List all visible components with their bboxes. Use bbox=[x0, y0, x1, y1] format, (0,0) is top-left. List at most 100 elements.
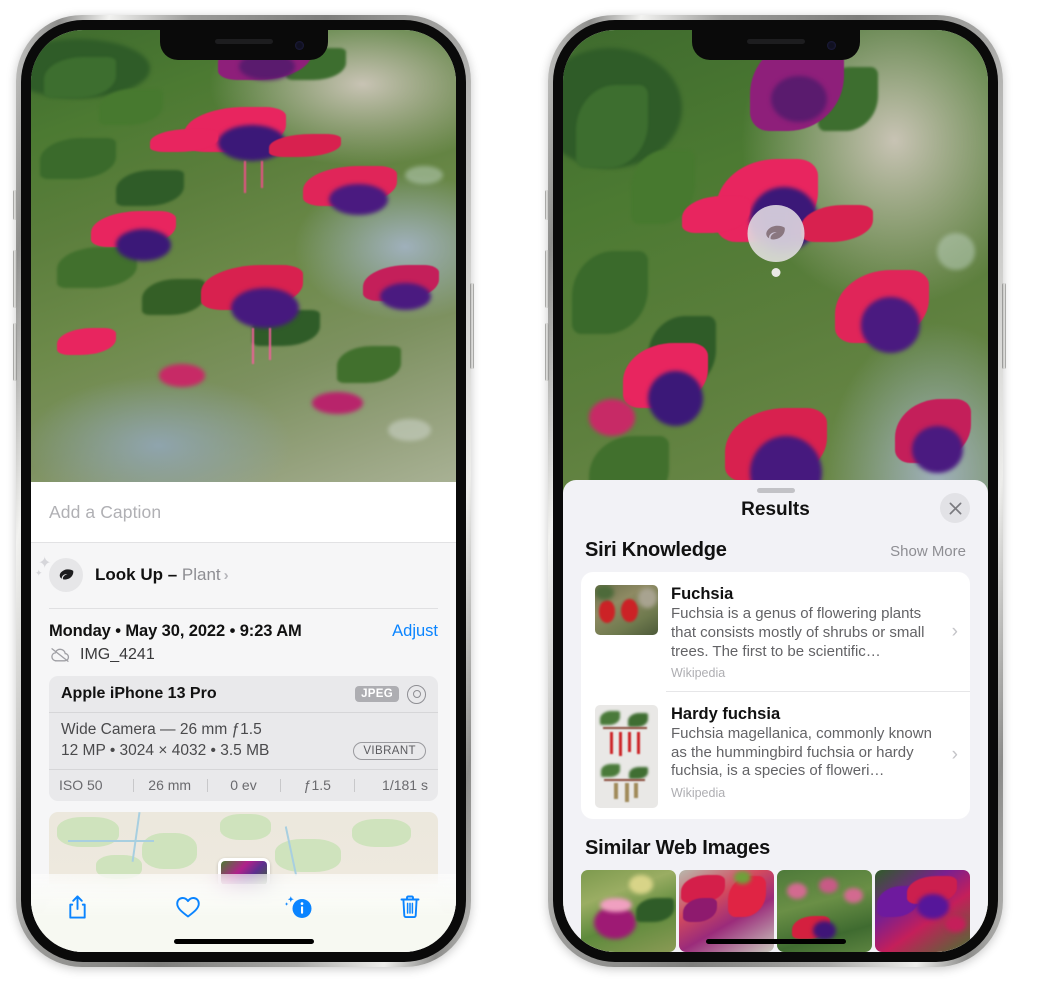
volume-up-button[interactable] bbox=[545, 250, 549, 308]
metadata-section: Monday • May 30, 2022 • 9:23 AM Adjust I… bbox=[31, 608, 456, 894]
spec-row: 12 MP • 3024 × 4032 • 3.5 MB VIBRANT bbox=[61, 741, 426, 760]
map-green-area bbox=[352, 818, 411, 848]
info-icon bbox=[284, 896, 312, 918]
notch bbox=[691, 30, 860, 60]
exif-row: ISO 50 26 mm 0 ev ƒ1.5 1/181 s bbox=[49, 768, 438, 801]
map-green-area bbox=[274, 838, 341, 872]
show-more-button[interactable]: Show More bbox=[890, 543, 966, 560]
visual-lookup-anchor-dot bbox=[771, 268, 780, 277]
photo-viewer[interactable] bbox=[31, 30, 456, 482]
sheet-title: Results bbox=[741, 499, 810, 520]
home-indicator bbox=[173, 939, 314, 944]
volume-down-button[interactable] bbox=[545, 323, 549, 381]
siri-knowledge-card: Fuchsia Fuchsia is a genus of flowering … bbox=[581, 572, 970, 819]
home-indicator bbox=[705, 939, 846, 944]
flower-bud bbox=[588, 398, 636, 436]
flower-corolla bbox=[911, 426, 963, 473]
location-map[interactable] bbox=[49, 811, 438, 884]
exif-shutter: 1/181 s bbox=[354, 777, 428, 793]
adjust-button[interactable]: Adjust bbox=[392, 622, 438, 641]
heart-icon bbox=[176, 897, 200, 918]
raw-inner bbox=[412, 690, 421, 698]
share-button[interactable] bbox=[55, 887, 99, 927]
close-button[interactable] bbox=[940, 493, 970, 523]
volume-down-button[interactable] bbox=[13, 323, 17, 381]
thumb-flower bbox=[621, 599, 638, 622]
silent-switch[interactable] bbox=[545, 190, 549, 220]
knowledge-item-hardy-fuchsia[interactable]: Hardy fuchsia Fuchsia magellanica, commo… bbox=[581, 692, 970, 819]
thumb-branch bbox=[603, 778, 646, 781]
bokeh-highlight bbox=[937, 232, 976, 270]
thumb-foliage bbox=[636, 897, 675, 923]
knowledge-source: Wikipedia bbox=[671, 666, 726, 681]
map-green-area bbox=[220, 814, 271, 841]
lookup-section: ✦ ✦ Look Up – Plant › bbox=[31, 543, 456, 609]
thumb-flower bbox=[618, 731, 622, 757]
lens-line: Wide Camera — 26 mm ƒ1.5 bbox=[61, 720, 262, 738]
thumb-flower bbox=[636, 731, 640, 755]
thumb-flower bbox=[598, 600, 616, 623]
section-title: Siri Knowledge bbox=[585, 539, 727, 561]
volume-up-button[interactable] bbox=[13, 250, 17, 308]
look-up-plant-row[interactable]: ✦ ✦ Look Up – Plant › bbox=[35, 543, 438, 608]
knowledge-title: Fuchsia bbox=[671, 585, 734, 603]
thumb-foliage bbox=[629, 766, 648, 779]
date-row: Monday • May 30, 2022 • 9:23 AM Adjust bbox=[49, 609, 438, 641]
right-phone-screen: Results Siri Knowledge Show More Fuchsia… bbox=[563, 30, 988, 952]
thumb-bud bbox=[613, 783, 618, 800]
thumb-branch bbox=[602, 727, 647, 730]
similar-image-thumbnail[interactable] bbox=[581, 869, 676, 952]
camera-header-right: JPEG bbox=[355, 684, 426, 704]
info-button[interactable] bbox=[277, 887, 321, 927]
thumb-corolla bbox=[813, 920, 836, 941]
power-button[interactable] bbox=[470, 283, 474, 369]
chevron-right-icon: › bbox=[951, 744, 958, 766]
knowledge-title: Hardy fuchsia bbox=[671, 704, 781, 723]
visual-lookup-badge[interactable] bbox=[747, 205, 804, 262]
power-button[interactable] bbox=[1002, 283, 1006, 369]
thumb-bud bbox=[786, 882, 808, 900]
left-phone-bezel: Add a Caption ✦ ✦ Look Up – Plant › Mond… bbox=[21, 20, 466, 962]
caption-input[interactable]: Add a Caption bbox=[31, 482, 456, 543]
photographic-style-badge: VIBRANT bbox=[353, 741, 426, 760]
photo-filename: IMG_4241 bbox=[80, 645, 155, 663]
knowledge-description: Fuchsia is a genus of flowering plants t… bbox=[671, 605, 925, 660]
raw-toggle-icon[interactable] bbox=[407, 684, 426, 704]
knowledge-description: Fuchsia magellanica, commonly known as t… bbox=[671, 724, 932, 780]
flower-corolla bbox=[116, 228, 172, 261]
favorite-button[interactable] bbox=[166, 887, 210, 927]
cloud-slash-icon bbox=[51, 647, 70, 662]
flower-corolla bbox=[860, 297, 920, 353]
exif-iso: ISO 50 bbox=[59, 776, 103, 793]
delete-button[interactable] bbox=[388, 887, 432, 927]
flower-stamen bbox=[260, 161, 263, 189]
similar-image-thumbnail[interactable] bbox=[875, 869, 970, 952]
thumb-bud bbox=[634, 783, 639, 799]
leaf-icon bbox=[766, 225, 785, 239]
notch bbox=[159, 30, 328, 60]
section-title: Similar Web Images bbox=[585, 836, 770, 859]
flower-corolla bbox=[230, 287, 299, 329]
flower-corolla bbox=[328, 183, 388, 216]
knowledge-source: Wikipedia bbox=[671, 786, 726, 800]
trash-icon bbox=[400, 895, 420, 919]
map-river bbox=[131, 811, 140, 862]
spec-line: 12 MP • 3024 × 4032 • 3.5 MB bbox=[61, 741, 270, 759]
flower-stamen bbox=[243, 161, 246, 193]
map-green-area bbox=[142, 833, 197, 870]
exif-focal: 26 mm bbox=[132, 777, 207, 793]
left-phone-screen: Add a Caption ✦ ✦ Look Up – Plant › Mond… bbox=[31, 30, 456, 952]
camera-header: Apple iPhone 13 Pro JPEG bbox=[49, 676, 438, 713]
sheet-header: Results bbox=[563, 493, 988, 535]
camera-info-card: Apple iPhone 13 Pro JPEG Wide Camera — 2… bbox=[49, 675, 438, 801]
chevron-right-icon: › bbox=[223, 567, 229, 584]
flower-corolla bbox=[771, 76, 827, 123]
lookup-subject: Plant bbox=[181, 565, 221, 584]
knowledge-item-fuchsia[interactable]: Fuchsia Fuchsia is a genus of flowering … bbox=[581, 572, 970, 691]
flower-stamen bbox=[252, 328, 254, 365]
silent-switch[interactable] bbox=[13, 190, 17, 220]
thumb-corolla bbox=[916, 894, 950, 919]
map-river bbox=[68, 840, 155, 842]
thumb-bud bbox=[843, 887, 863, 903]
results-sheet: Results Siri Knowledge Show More Fuchsia… bbox=[563, 480, 988, 952]
